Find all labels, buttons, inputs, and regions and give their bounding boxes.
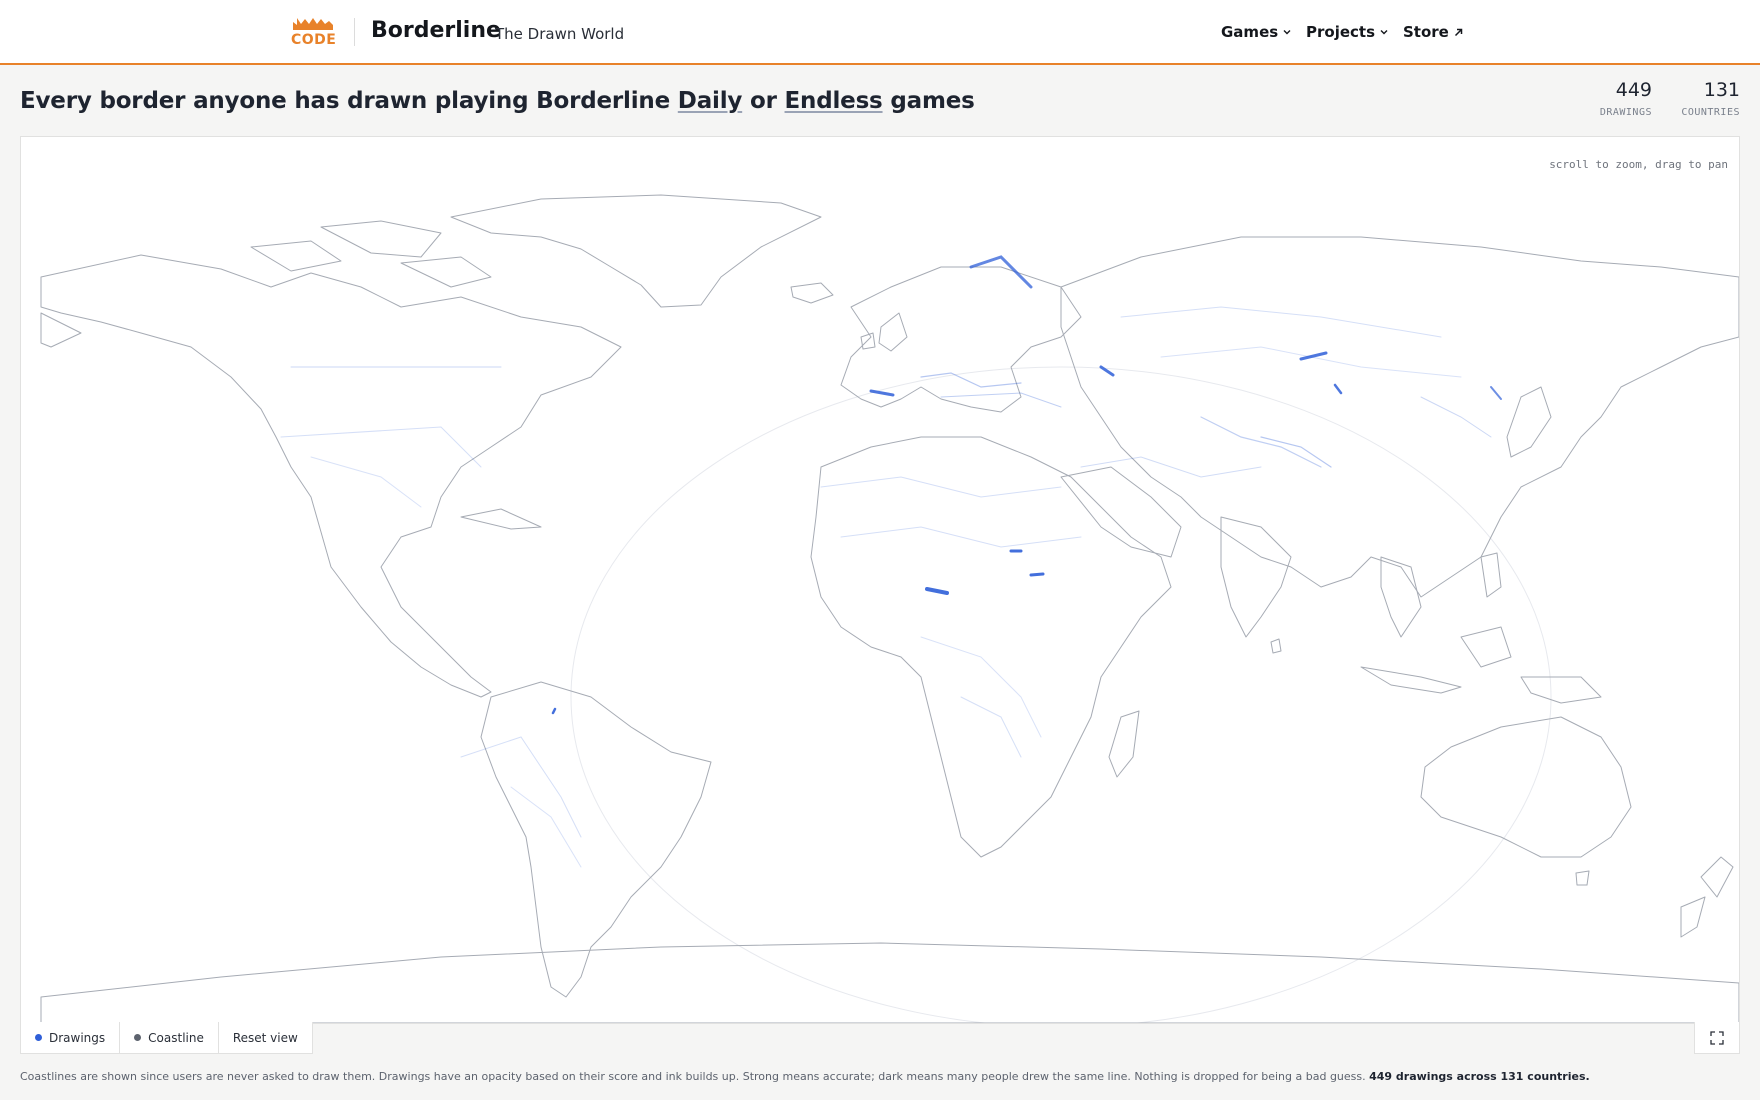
reset-view-button[interactable]: Reset view	[219, 1022, 312, 1053]
external-arrow-icon	[1454, 28, 1463, 36]
nav-store-label: Store	[1403, 23, 1449, 41]
title-middle: or	[742, 88, 785, 114]
drawings-layer	[280, 255, 1502, 868]
drawing-line	[920, 372, 1022, 388]
footnote-text: Coastlines are shown since users are nev…	[20, 1070, 1370, 1083]
map-controls: Drawings Coastline Reset view	[20, 1022, 313, 1054]
daily-link[interactable]: Daily	[678, 88, 743, 114]
title-prefix: Every border anyone has drawn playing Bo…	[20, 88, 678, 114]
drawing-line	[969, 255, 1033, 289]
drawing-line	[460, 736, 582, 838]
drawing-line	[960, 696, 1022, 758]
endless-link[interactable]: Endless	[785, 88, 883, 114]
drawing-line	[1080, 456, 1262, 478]
page-title: Every border anyone has drawn playing Bo…	[20, 85, 975, 117]
countries-stat: 131 COUNTRIES	[1668, 78, 1740, 120]
drawing-line	[1490, 386, 1502, 400]
drawing-line	[925, 587, 949, 595]
drawing-line	[1160, 346, 1462, 378]
footnote-summary: 449 drawings across 131 countries.	[1369, 1070, 1590, 1083]
coastline-swatch	[134, 1034, 142, 1041]
drawing-line	[940, 392, 1062, 408]
site-header: CODE Borderline The Drawn World Games Pr…	[0, 0, 1760, 65]
crown-logo-icon	[293, 18, 333, 30]
drawings-label: DRAWINGS	[1599, 107, 1652, 118]
countries-count: 131	[1703, 79, 1740, 101]
header-divider	[354, 18, 355, 46]
drawing-line	[1120, 306, 1442, 338]
drawing-line	[1420, 396, 1492, 438]
map-hint: scroll to zoom, drag to pan	[1549, 158, 1728, 171]
expand-icon	[1710, 1030, 1724, 1045]
drawings-toggle-label: Drawings	[49, 1030, 106, 1045]
drawing-line	[280, 426, 482, 468]
countries-label: COUNTRIES	[1681, 107, 1740, 118]
nav-projects[interactable]: Projects	[1306, 22, 1389, 42]
coastline-toggle[interactable]: Coastline	[120, 1022, 219, 1053]
nav-games[interactable]: Games	[1221, 22, 1292, 42]
fullscreen-button[interactable]	[1694, 1022, 1740, 1054]
drawing-line	[1200, 416, 1322, 468]
nav-games-label: Games	[1221, 23, 1279, 41]
drawing-line	[920, 636, 1042, 738]
drawing-line	[551, 707, 557, 715]
drawing-line	[1260, 436, 1332, 468]
nav-projects-label: Projects	[1306, 23, 1376, 41]
drawing-line	[310, 456, 422, 508]
coastline-layer	[40, 194, 1739, 1023]
drawings-count: 449	[1615, 79, 1652, 101]
drawing-line	[869, 389, 895, 397]
brand-title[interactable]: Borderline	[371, 17, 501, 45]
drawings-swatch	[35, 1034, 42, 1041]
drawing-line	[1333, 383, 1343, 395]
logo-text: CODE	[291, 32, 337, 48]
footnote: Coastlines are shown since users are nev…	[20, 1070, 1590, 1084]
chevron-down-icon	[1283, 30, 1291, 35]
drawing-line	[840, 526, 1082, 548]
world-map[interactable]: scroll to zoom, drag to pan	[20, 136, 1740, 1024]
drawing-line	[1029, 572, 1045, 577]
drawing-line	[820, 476, 1062, 498]
brand-subtitle: The Drawn World	[495, 25, 625, 43]
chevron-down-icon	[1380, 30, 1388, 35]
title-suffix: games	[882, 88, 975, 114]
globe-outline	[570, 366, 1552, 1023]
drawings-toggle[interactable]: Drawings	[21, 1022, 121, 1053]
coastline-toggle-label: Coastline	[148, 1030, 204, 1045]
logo[interactable]: CODE	[291, 16, 337, 48]
map-canvas[interactable]	[21, 137, 1739, 1023]
reset-view-label: Reset view	[232, 1030, 298, 1045]
nav-store[interactable]: Store	[1403, 22, 1464, 42]
drawings-stat: 449 DRAWINGS	[1586, 78, 1652, 120]
